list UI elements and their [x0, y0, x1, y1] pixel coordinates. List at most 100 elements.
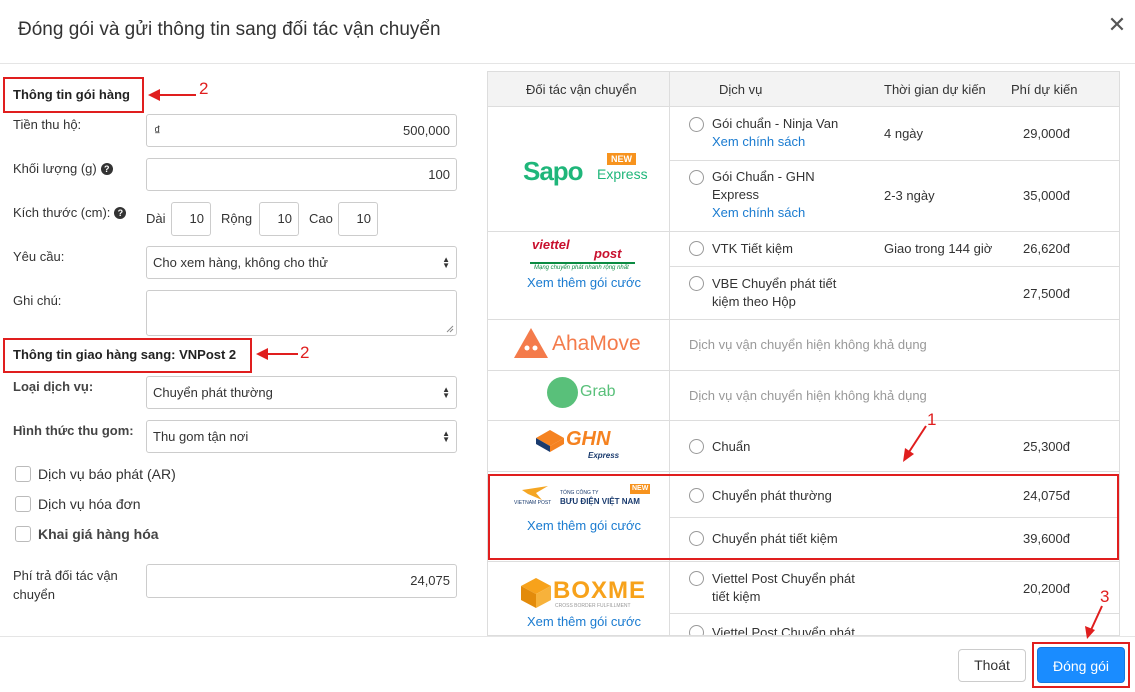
service-name-line-2: tiết kiệm	[712, 589, 761, 604]
partner-divider	[488, 231, 1119, 232]
radio-sapo-ghn[interactable]	[689, 170, 704, 185]
checkbox-invoice[interactable]	[15, 496, 31, 512]
boxme-logo-text: BOXME	[553, 577, 647, 604]
grab-unavailable: Dịch vụ vận chuyển hiện không khả dụng	[689, 388, 927, 403]
modal-header: Đóng gói và gửi thông tin sang đối tác v…	[0, 0, 1135, 64]
sapo-logo-sub: Express	[597, 166, 648, 182]
checkbox-ar[interactable]	[15, 466, 31, 482]
height-input[interactable]: 10	[338, 202, 378, 236]
request-value: Cho xem hàng, không cho thử	[153, 255, 328, 270]
fee-label-line-1: Phí trả đối tác vận	[13, 568, 118, 583]
annotation-arrow-icon	[256, 348, 298, 360]
checkbox-declare[interactable]	[15, 526, 31, 542]
fee-sapo-ghn: 35,000đ	[1023, 188, 1070, 203]
modal-title: Đóng gói và gửi thông tin sang đối tác v…	[18, 19, 441, 40]
select-arrows-icon: ▲ ▼	[442, 385, 450, 400]
fee-input[interactable]: 24,075	[146, 564, 457, 598]
radio-ghn-standard[interactable]	[689, 439, 704, 454]
service-name: Gói Chuẩn - GHN	[712, 169, 815, 184]
size-label-text: Kích thước (cm):	[13, 205, 111, 220]
length-input[interactable]: 10	[171, 202, 211, 236]
partner-divider	[488, 420, 1119, 421]
viettel-logo-tag: Mạng chuyển phát nhanh rộng nhất	[534, 265, 629, 271]
shipping-section-title: Thông tin giao hàng sang: VNPost 2	[13, 347, 237, 362]
header-time: Thời gian dự kiến	[884, 82, 986, 97]
modal-footer: Thoát Đóng gói	[0, 636, 1135, 692]
submit-button[interactable]: Đóng gói	[1037, 647, 1125, 683]
annotation-number: 3	[1100, 587, 1110, 606]
request-label: Yêu cầu:	[13, 249, 65, 264]
radio-boxme-viettel-economy[interactable]	[689, 571, 704, 586]
help-icon[interactable]: ?	[100, 163, 113, 175]
policy-link[interactable]: Xem chính sách	[712, 133, 872, 151]
select-arrows-icon: ▲ ▼	[442, 255, 450, 270]
time-sapo-ninja: 4 ngày	[884, 126, 924, 141]
radio-sapo-ninja[interactable]	[689, 117, 704, 132]
service-type-select[interactable]: Chuyển phát thường ▲ ▼	[146, 376, 457, 409]
radio-viettel-vtk[interactable]	[689, 241, 704, 256]
partner-divider	[488, 471, 1119, 472]
service-viettel-vtk: VTK Tiết kiệm	[712, 241, 793, 256]
weight-label-text: Khối lượng (g)	[13, 161, 97, 176]
boxme-cube-icon	[521, 578, 551, 608]
radio-boxme-viettel-2[interactable]	[689, 625, 704, 635]
size-label: Kích thước (cm):?	[13, 204, 127, 222]
partner-divider	[488, 319, 1119, 320]
cancel-button[interactable]: Thoát	[958, 649, 1026, 682]
fee-sapo-ninja: 29,000đ	[1023, 126, 1070, 141]
grab-logo-text: Grab	[580, 383, 616, 400]
checkbox-declare-label: Khai giá hàng hóa	[38, 526, 159, 542]
checkbox-ar-label: Dịch vụ báo phát (AR)	[38, 466, 176, 482]
header-service: Dịch vụ	[719, 82, 763, 97]
ghn-box-icon	[536, 430, 564, 452]
cod-input[interactable]: ₫ 500,000	[146, 114, 457, 147]
service-ghn-standard: Chuẩn	[712, 439, 751, 454]
weight-input[interactable]: 100	[146, 158, 457, 191]
weight-label: Khối lượng (g)?	[13, 160, 113, 178]
row-divider	[669, 266, 1119, 267]
annotation-arrow-icon	[903, 425, 927, 462]
viettel-more-link[interactable]: Xem thêm gói cước	[527, 275, 641, 290]
header-fee: Phí dự kiến	[1011, 82, 1078, 97]
header-partner: Đối tác vận chuyển	[526, 82, 637, 97]
service-type-label: Loại dịch vụ:	[13, 379, 94, 394]
fee-viettel-vbe: 27,500đ	[1023, 286, 1070, 301]
close-icon[interactable]: ✕	[1106, 14, 1128, 36]
annotation-number: 2	[300, 343, 310, 362]
length-label: Dài	[146, 211, 166, 226]
time-viettel-vtk: Giao trong 144 giờ	[884, 241, 993, 256]
ghn-logo-sub: Express	[588, 451, 620, 460]
sapo-logo: Sapo Express NEW	[523, 152, 648, 192]
radio-viettel-vbe[interactable]	[689, 276, 704, 291]
annotation-arrow-icon	[1085, 605, 1103, 639]
service-name-line-2: Express	[712, 187, 759, 202]
policy-link[interactable]: Xem chính sách	[712, 204, 872, 222]
service-name: Viettel Post Chuyển phát	[712, 571, 855, 586]
boxme-more-link[interactable]: Xem thêm gói cước	[527, 614, 641, 629]
resize-handle-icon[interactable]	[446, 325, 454, 333]
fee-viettel-vtk: 26,620đ	[1023, 241, 1070, 256]
height-label: Cao	[309, 211, 333, 226]
viettel-logo: viettel post Mạng chuyển phát nhanh rộng…	[530, 237, 640, 273]
table-header: Đối tác vận chuyển Dịch vụ Thời gian dự …	[488, 72, 1119, 107]
viettel-logo-line	[530, 262, 635, 264]
request-select[interactable]: Cho xem hàng, không cho thử ▲ ▼	[146, 246, 457, 279]
pickup-select[interactable]: Thu gom tận nơi ▲ ▼	[146, 420, 457, 453]
package-section-title: Thông tin gói hàng	[13, 87, 130, 102]
service-name-line-2: kiệm theo Hộp	[712, 294, 796, 309]
checkbox-invoice-label: Dịch vụ hóa đơn	[38, 496, 141, 512]
ahamove-logo-text: AhaMove	[552, 332, 641, 355]
width-input[interactable]: 10	[259, 202, 299, 236]
note-label: Ghi chú:	[13, 293, 62, 308]
help-icon[interactable]: ?	[114, 207, 127, 219]
ghn-logo: GHN Express	[536, 427, 636, 463]
note-textarea[interactable]	[146, 290, 457, 336]
select-arrows-icon: ▲ ▼	[442, 429, 450, 444]
annotation-number: 1	[927, 410, 937, 429]
fee-ghn-standard: 25,300đ	[1023, 439, 1070, 454]
ghn-logo-text: GHN	[566, 428, 611, 450]
width-label: Rộng	[221, 211, 253, 226]
partner-divider	[488, 370, 1119, 371]
service-name: Gói chuẩn - Ninja Van	[712, 116, 839, 131]
sapo-logo-main: Sapo	[523, 156, 584, 186]
